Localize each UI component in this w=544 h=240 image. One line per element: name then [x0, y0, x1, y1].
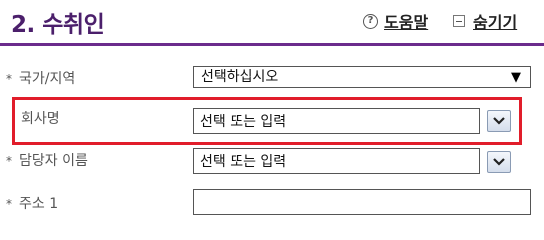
contact-label: * 담당자 이름	[6, 150, 88, 170]
required-mark: *	[6, 154, 12, 168]
required-mark: *	[6, 197, 12, 211]
section-number: 2.	[11, 12, 35, 38]
contact-dropdown-button[interactable]	[487, 151, 511, 173]
country-select-value: 선택하십시오	[201, 69, 279, 85]
hide-link[interactable]: 숨기기	[453, 10, 517, 32]
chevron-down-icon	[493, 158, 505, 166]
help-icon: ?	[363, 13, 378, 29]
contact-name-input[interactable]	[193, 148, 480, 174]
company-label: 회사명	[21, 111, 60, 127]
company-dropdown-button[interactable]	[487, 110, 511, 132]
address1-label-text: 주소 1	[19, 196, 59, 212]
required-mark: *	[6, 72, 12, 86]
country-label-text: 국가/지역	[19, 71, 76, 87]
hide-link-label: 숨기기	[473, 13, 518, 32]
address1-input[interactable]	[193, 189, 531, 215]
section-header: 2. 수취인 ? 도움말 숨기기	[0, 0, 544, 46]
recipient-section: 2. 수취인 ? 도움말 숨기기 * 국가/지역 선택하십시오 ▼ 회사명 선택…	[0, 0, 544, 219]
country-select[interactable]: 선택하십시오 ▼	[193, 66, 531, 88]
address1-label: * 주소 1	[6, 193, 58, 213]
section-title: 2. 수취인	[11, 5, 105, 39]
country-label: * 국가/지역	[6, 68, 75, 88]
company-input[interactable]	[193, 108, 480, 134]
chevron-down-icon	[493, 117, 505, 125]
help-link-label: 도움말	[384, 13, 429, 32]
dropdown-arrow-icon: ▼	[511, 70, 521, 85]
section-title-text: 수취인	[42, 12, 105, 38]
contact-label-text: 담당자 이름	[19, 153, 88, 169]
help-link[interactable]: ? 도움말	[363, 10, 428, 32]
collapse-icon	[453, 15, 465, 27]
